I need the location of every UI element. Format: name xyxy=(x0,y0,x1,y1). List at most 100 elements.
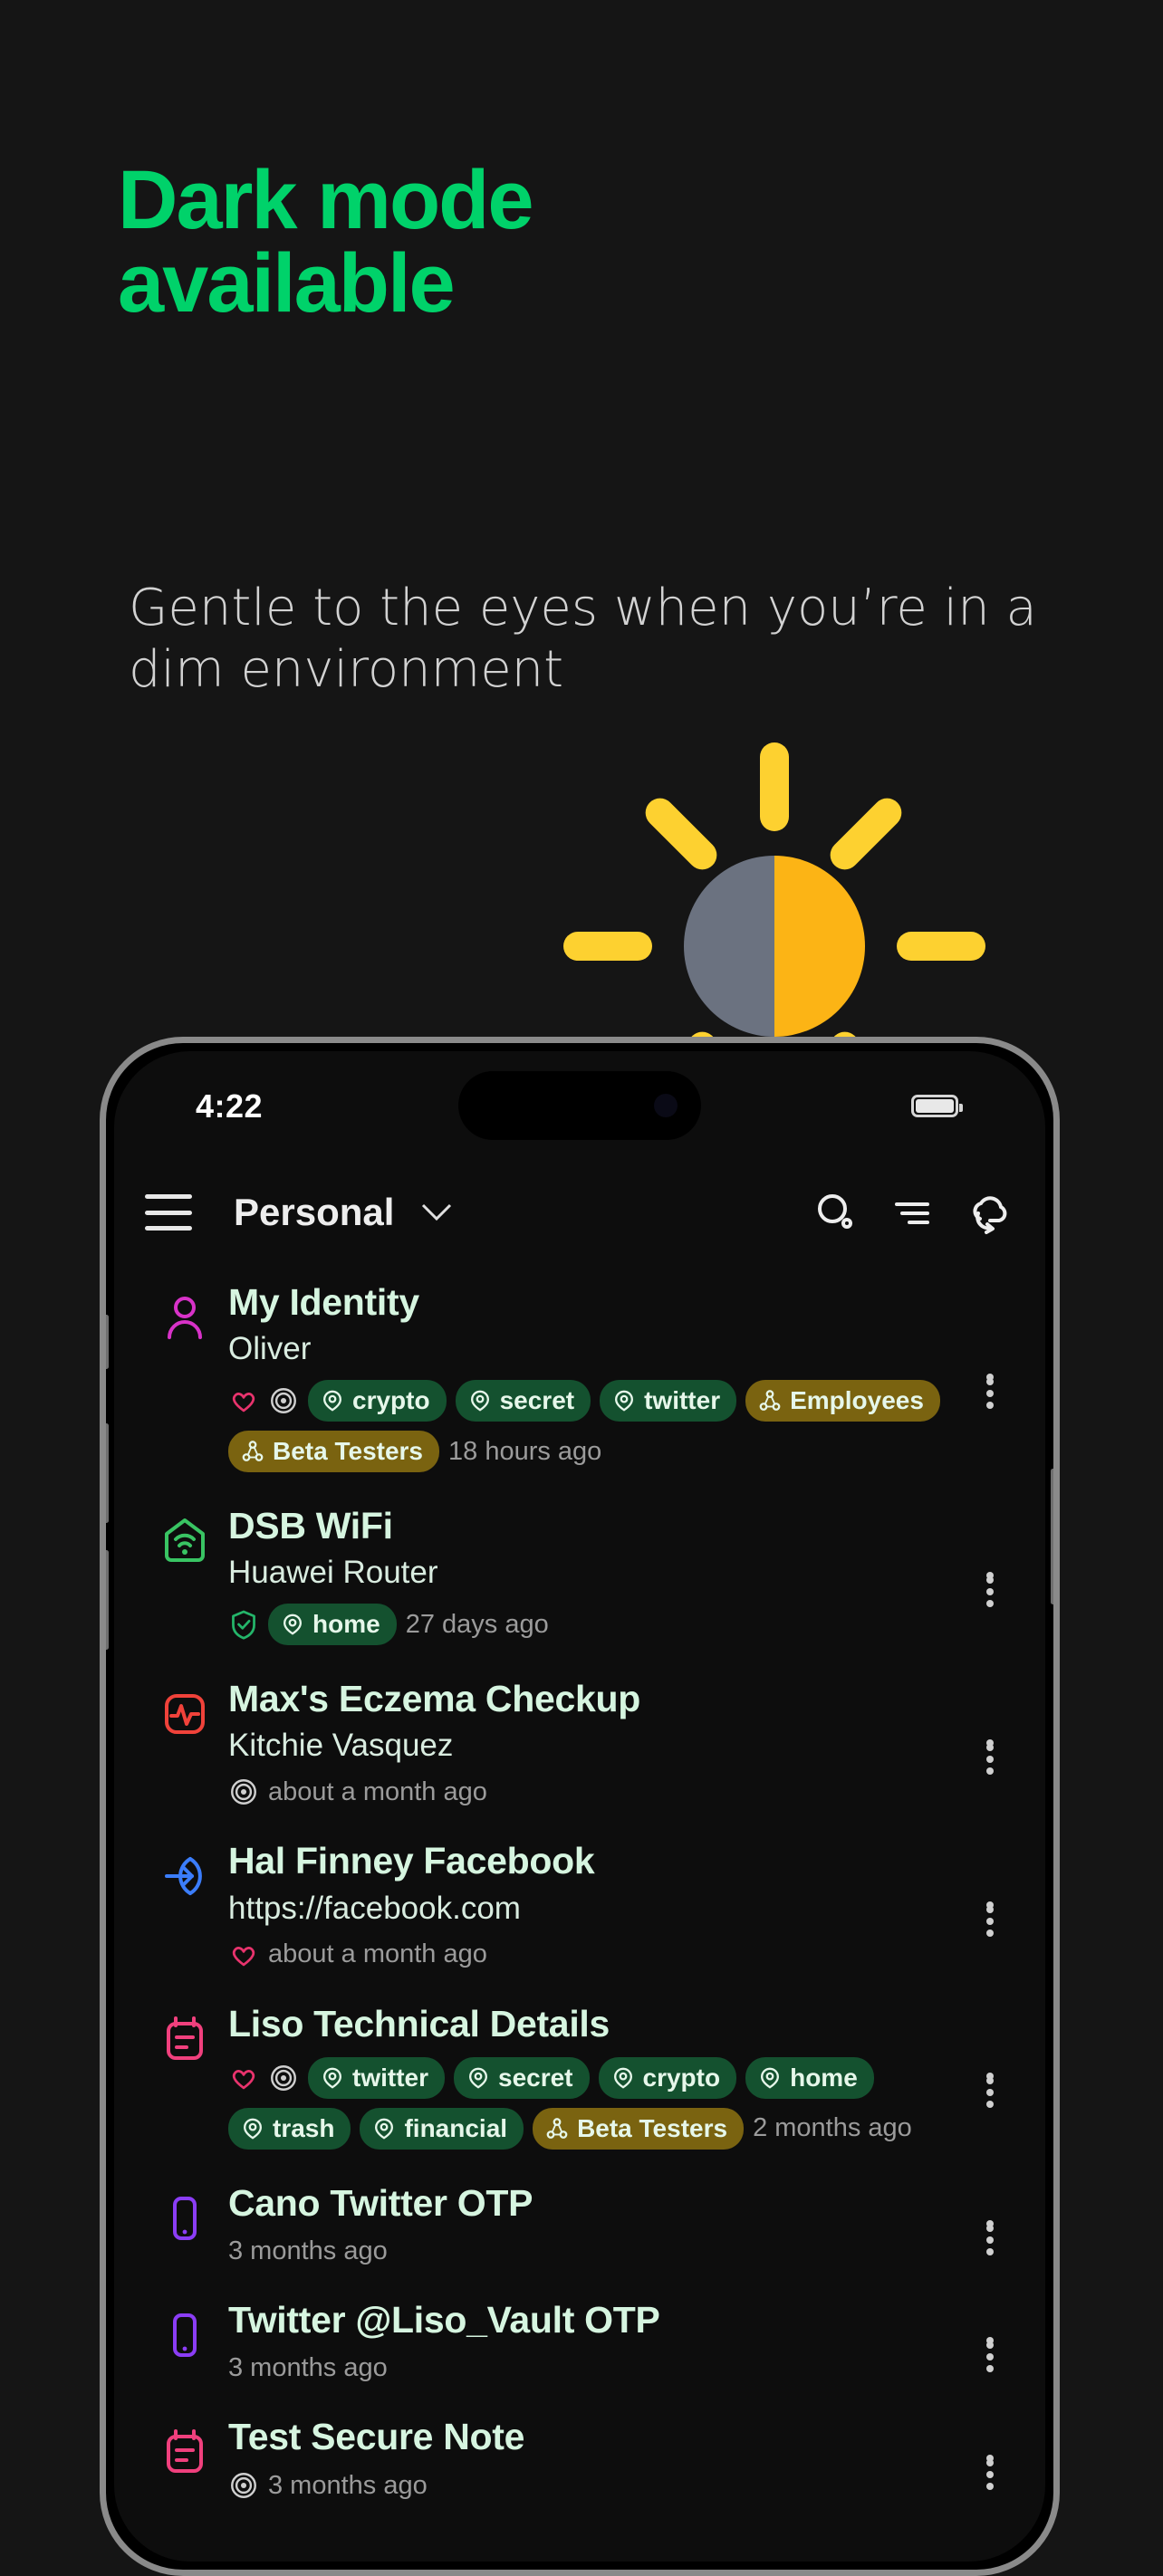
tag-pin-icon xyxy=(466,2066,490,2090)
vault-item-title: My Identity xyxy=(228,1281,419,1323)
sun-core xyxy=(684,856,865,1037)
cloud-sync-icon[interactable] xyxy=(966,1190,1014,1235)
group-share-icon xyxy=(241,1440,264,1463)
tag-pin-icon xyxy=(321,2066,344,2090)
phone-screen: 4:22 Personal My Identity Oliver crypto sec… xyxy=(114,1051,1045,2562)
more-vertical-icon[interactable] xyxy=(966,1505,1014,1645)
vault-list-item[interactable]: Twitter @Liso_Vault OTP 3 months ago xyxy=(114,2283,1045,2399)
tag-pin-icon xyxy=(611,2066,635,2090)
battery-icon xyxy=(911,1095,963,1117)
more-vertical-icon[interactable] xyxy=(966,2182,1014,2266)
vault-list-item[interactable]: DSB WiFi Huawei Router home 27 days ago xyxy=(114,1489,1045,1661)
group-chip-label: Employees xyxy=(790,1386,924,1415)
more-vertical-icon[interactable] xyxy=(966,2299,1014,2383)
phone-mockup: 4:22 Personal My Identity Oliver crypto sec… xyxy=(100,1037,1060,2576)
page-headline: Dark mode available xyxy=(118,158,933,325)
group-chip[interactable]: Employees xyxy=(745,1380,940,1422)
tag-chip[interactable]: financial xyxy=(360,2107,524,2150)
sun-ray-top xyxy=(760,742,789,831)
phone-power-button xyxy=(1051,1469,1053,1604)
vault-item-timestamp: 27 days ago xyxy=(405,1609,549,1639)
tag-chip-label: crypto xyxy=(352,1386,430,1415)
vault-item-timestamp: about a month ago xyxy=(268,1776,487,1806)
tag-chip-label: secret xyxy=(498,2063,573,2092)
vault-item-subtitle: https://facebook.com xyxy=(228,1890,521,1926)
vault-item-meta: crypto secret twitter Employees Beta Testers… xyxy=(228,1380,947,1473)
otp-phone-icon xyxy=(141,2299,228,2383)
sun-half-light xyxy=(774,856,865,1037)
group-chip[interactable]: Beta Testers xyxy=(533,2107,745,2150)
headline-line-1: Dark mode xyxy=(118,154,534,246)
vault-list-item[interactable]: Max's Eczema Checkup Kitchie Vasquez about… xyxy=(114,1661,1045,1824)
tag-chip-label: twitter xyxy=(352,2063,428,2092)
tag-pin-icon xyxy=(281,1613,304,1636)
more-vertical-icon[interactable] xyxy=(966,1840,1014,1969)
tag-chip[interactable]: twitter xyxy=(600,1380,737,1422)
vault-item-body: Liso Technical Details twitter secret crypt… xyxy=(228,2003,966,2150)
vault-item-meta: twitter secret crypto home trash financial Bet… xyxy=(228,2056,947,2150)
tag-chip[interactable]: home xyxy=(268,1604,397,1646)
login-arrow-icon xyxy=(141,1840,228,1969)
vault-item-meta: 3 months ago xyxy=(228,2470,947,2501)
more-vertical-icon[interactable] xyxy=(966,2416,1014,2501)
phone-volume-up xyxy=(106,1423,109,1523)
tag-chip-label: trash xyxy=(273,2113,335,2142)
tag-chip-label: financial xyxy=(404,2113,508,2142)
status-time: 4:22 xyxy=(196,1087,264,1125)
vault-item-title: Test Secure Note xyxy=(228,2415,525,2457)
tag-pin-icon xyxy=(321,1389,344,1412)
vault-list-item[interactable]: Hal Finney Facebook https://facebook.com a… xyxy=(114,1824,1045,1986)
phone-mute-switch xyxy=(106,1315,109,1369)
vault-item-title: Cano Twitter OTP xyxy=(228,2181,533,2224)
tag-chip-label: secret xyxy=(499,1386,575,1415)
vault-list-item[interactable]: Test Secure Note 3 months ago xyxy=(114,2399,1045,2517)
vault-item-meta: about a month ago xyxy=(228,1776,947,1807)
vault-item-meta: about a month ago xyxy=(228,1939,947,1970)
chevron-down-icon[interactable] xyxy=(421,1202,452,1222)
vault-item-body: Test Secure Note 3 months ago xyxy=(228,2416,966,2501)
front-camera-icon xyxy=(654,1094,678,1117)
vault-list-item[interactable]: My Identity Oliver crypto secret twitter Empl… xyxy=(114,1265,1045,1489)
group-chip[interactable]: Beta Testers xyxy=(228,1431,440,1473)
tag-chip[interactable]: secret xyxy=(454,2056,590,2099)
vault-item-list[interactable]: My Identity Oliver crypto secret twitter Empl… xyxy=(114,1265,1045,2562)
tag-chip[interactable]: secret xyxy=(455,1380,591,1422)
vault-list-item[interactable]: Liso Technical Details twitter secret crypt… xyxy=(114,1987,1045,2166)
tag-chip[interactable]: crypto xyxy=(598,2056,737,2099)
sort-icon[interactable] xyxy=(889,1190,935,1235)
vault-item-body: DSB WiFi Huawei Router home 27 days ago xyxy=(228,1505,966,1646)
sun-ray-left xyxy=(563,932,652,961)
vault-title[interactable]: Personal xyxy=(234,1191,394,1234)
person-outline-icon xyxy=(141,1281,228,1472)
heart-icon xyxy=(228,1385,259,1416)
secure-note-icon xyxy=(141,2416,228,2501)
heartbeat-icon xyxy=(141,1678,228,1807)
vault-item-meta: 3 months ago xyxy=(228,2236,947,2266)
heart-icon xyxy=(228,2063,259,2093)
more-vertical-icon[interactable] xyxy=(966,2003,1014,2150)
more-vertical-icon[interactable] xyxy=(966,1281,1014,1472)
tag-chip[interactable]: home xyxy=(745,2056,874,2099)
fingerprint-icon xyxy=(268,2063,299,2093)
vault-item-timestamp: 3 months ago xyxy=(228,2236,388,2265)
tag-pin-icon xyxy=(372,2117,396,2140)
tag-chip[interactable]: crypto xyxy=(308,1380,447,1422)
tag-chip-label: crypto xyxy=(642,2063,721,2092)
otp-phone-icon xyxy=(141,2182,228,2266)
group-share-icon xyxy=(545,2117,569,2140)
hamburger-menu-icon[interactable] xyxy=(145,1194,192,1231)
more-vertical-icon[interactable] xyxy=(966,1678,1014,1807)
tag-pin-icon xyxy=(612,1389,636,1412)
vault-item-body: Max's Eczema Checkup Kitchie Vasquez about… xyxy=(228,1678,966,1807)
vault-item-body: Cano Twitter OTP 3 months ago xyxy=(228,2182,966,2266)
vault-item-timestamp: 3 months ago xyxy=(268,2470,428,2500)
search-icon[interactable] xyxy=(813,1190,859,1235)
vault-list-item[interactable]: Cano Twitter OTP 3 months ago xyxy=(114,2166,1045,2283)
vault-item-timestamp: about a month ago xyxy=(268,1939,487,1969)
tag-chip[interactable]: twitter xyxy=(308,2056,445,2099)
tag-chip[interactable]: trash xyxy=(228,2107,351,2150)
vault-item-subtitle: Huawei Router xyxy=(228,1555,438,1591)
tag-chip-label: twitter xyxy=(644,1386,721,1415)
vault-item-body: Hal Finney Facebook https://facebook.com a… xyxy=(228,1840,966,1969)
vault-item-title: Hal Finney Facebook xyxy=(228,1840,595,1882)
